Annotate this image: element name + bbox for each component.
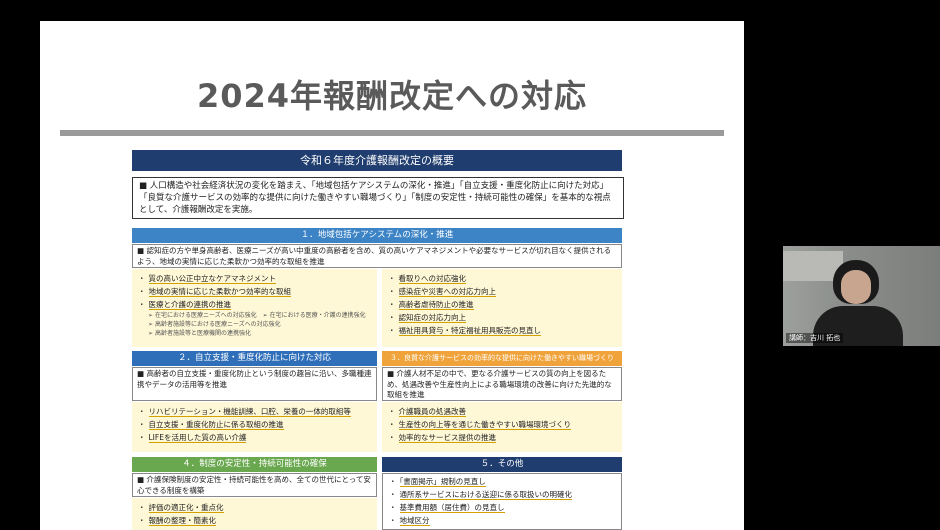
speaker-name-label: 講師：吉川 拓也 [786, 333, 844, 343]
section-1-heading: １．地域包括ケアシステムの深化・推進 [132, 228, 622, 243]
list-subitem: ➢ 在宅における医療ニーズへの対応強化 ➢ 在宅における医療・介護の連携強化 [148, 312, 366, 319]
list-item: ・生産性の向上等を通じた働きやすい職場環境づくり [388, 420, 571, 430]
speaker-face [841, 270, 871, 304]
list-item: ・地域区分 [389, 516, 430, 526]
list-item: ・高齢者虐待防止の推進 [388, 300, 474, 310]
revision-overview-document: 令和６年度介護報酬改定の概要 ■ 人口構造や社会経済状況の変化を踏まえ、「地域包… [132, 150, 624, 530]
presentation-slide: 2024年報酬改定への対応 令和６年度介護報酬改定の概要 ■ 人口構造や社会経済… [40, 21, 744, 530]
list-item: ・地域の実情に応じた柔軟かつ効率的な取組 [138, 287, 291, 297]
list-item: ・認知症の対応力向上 [388, 313, 466, 323]
section-1-left-list: ・質の高い公正中立なケアマネジメント ・地域の実情に応じた柔軟かつ効率的な取組 … [132, 269, 377, 347]
section-5-heading: ５．その他 [382, 457, 622, 472]
list-item: ・通所系サービスにおける送迎に係る取扱いの明確化 [389, 490, 572, 500]
list-subitem: ➢ 高齢者施設等と医療機関の連携強化 [148, 330, 251, 337]
section-2-description: ■ 高齢者の自立支援・重度化防止という制度の趣旨に沿い、多職種連携やデータの活用… [132, 367, 377, 401]
section-4-description: ■ 介護保険制度の安定性・持続可能性を高め、全ての世代にとって安心できる制度を構… [132, 473, 377, 497]
list-item: ・評価の適正化・重点化 [138, 503, 224, 513]
intro-text: ■ 人口構造や社会経済状況の変化を踏まえ、「地域包括ケアシステムの深化・推進」「… [132, 177, 624, 219]
list-item: ・自立支援・重度化防止に係る取組の推進 [138, 420, 284, 430]
list-item: ・リハビリテーション・機能訓練、口腔、栄養の一体的取組等 [138, 407, 351, 417]
section-3-description: ■ 介護人材不足の中で、更なる介護サービスの質の向上を図るため、処遇改善や生産性… [382, 367, 622, 401]
list-item: ・感染症や災害への対応力向上 [388, 287, 496, 297]
section-1-description: ■ 認知症の方や単身高齢者、医療ニーズが高い中重度の高齢者を含め、質の高いケアマ… [132, 244, 622, 268]
section-5-list: ・「書面掲示」規制の見直し ・通所系サービスにおける送迎に係る取扱いの明確化 ・… [382, 473, 622, 530]
section-3-heading: ３．良質な介護サービスの効率的な提供に向けた働きやすい職場づくり [382, 351, 622, 366]
section-3-list: ・介護職員の処遇改善 ・生産性の向上等を通じた働きやすい職場環境づくり ・効率的… [382, 402, 622, 452]
list-item: ・介護職員の処遇改善 [388, 407, 466, 417]
title-divider [60, 130, 724, 136]
list-item: ・質の高い公正中立なケアマネジメント [138, 274, 276, 284]
section-1-right-list: ・看取りへの対応強化 ・感染症や災害への対応力向上 ・高齢者虐待防止の推進 ・認… [382, 269, 622, 347]
list-item: ・看取りへの対応強化 [388, 274, 466, 284]
list-item: ・「書面掲示」規制の見直し [389, 477, 486, 487]
section-2-heading: ２．自立支援・重度化防止に向けた対応 [132, 351, 377, 366]
list-item: ・福祉用具貸与・特定福祉用具販売の見直し [388, 326, 541, 336]
slide-title: 2024年報酬改定への対応 [196, 77, 588, 115]
list-subitem: ➢ 高齢者施設等における医療ニーズへの対応強化 [148, 321, 281, 328]
document-header: 令和６年度介護報酬改定の概要 [132, 150, 622, 171]
list-item: ・効率的なサービス提供の推進 [388, 433, 496, 443]
list-item: ・ LIFEを活用した質の高い介護 [138, 433, 247, 443]
list-item: ・報酬の整理・簡素化 [138, 516, 216, 526]
section-2-list: ・リハビリテーション・機能訓練、口腔、栄養の一体的取組等 ・自立支援・重度化防止… [132, 402, 377, 452]
list-item: ・基準費用額（居住費）の見直し [389, 503, 505, 513]
section-4-list: ・評価の適正化・重点化 ・報酬の整理・簡素化 [132, 498, 377, 530]
section-4-heading: ４．制度の安定性・持続可能性の確保 [132, 457, 377, 472]
list-item: ・医療と介護の連携の推進 [138, 300, 231, 310]
speaker-video-thumbnail[interactable]: 講師：吉川 拓也 [783, 246, 940, 346]
